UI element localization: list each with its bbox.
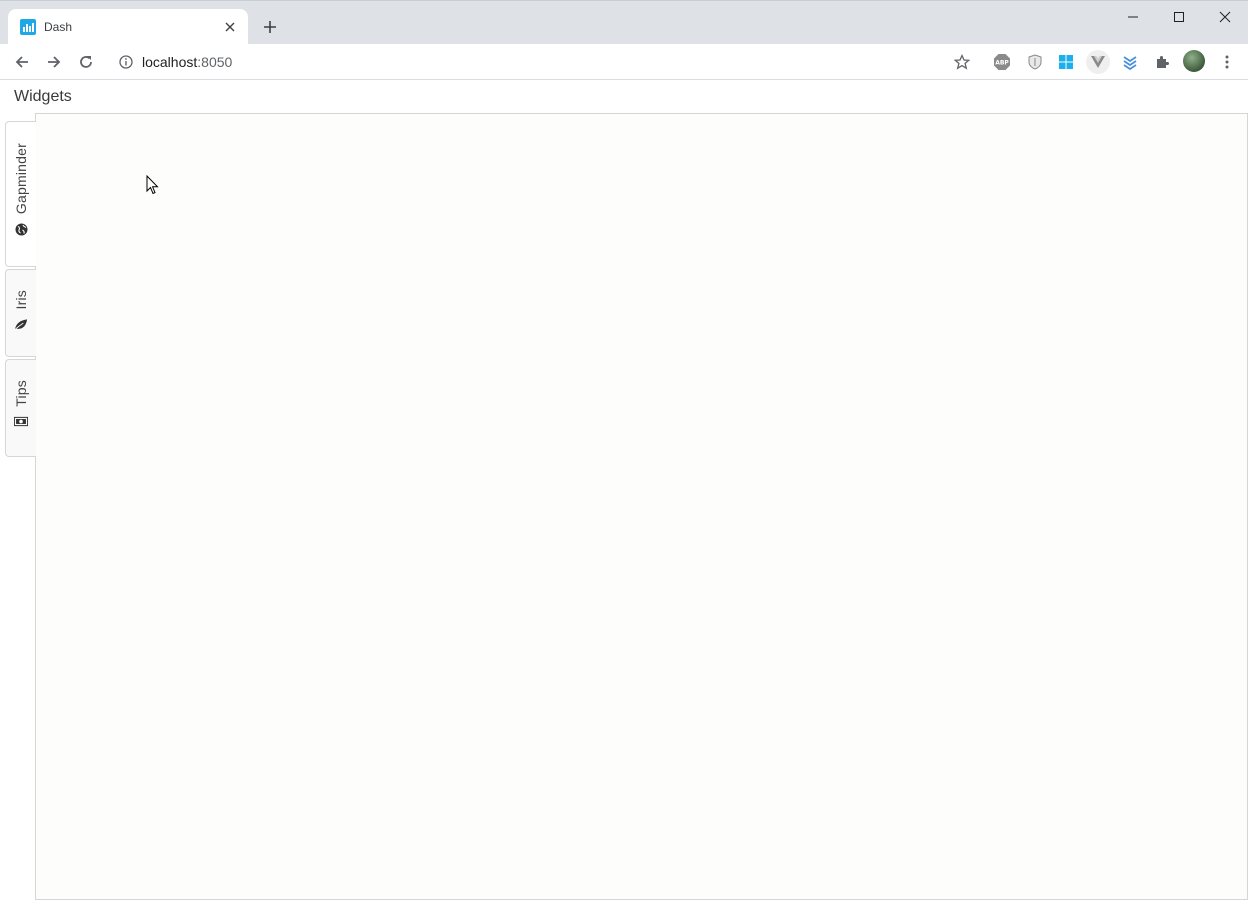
browser-toolbar: localhost:8050 ABP [0,44,1248,80]
profile-avatar[interactable] [1183,50,1205,72]
back-arrow-icon[interactable] [10,50,34,74]
layers-extension-icon[interactable] [1120,52,1140,72]
browser-tab[interactable]: Dash [8,9,248,45]
url-port: :8050 [197,54,233,70]
windows-extension-icon[interactable] [1056,52,1076,72]
close-window-icon[interactable] [1205,5,1245,29]
vue-devtools-icon[interactable] [1086,50,1110,74]
tab-content-panel [35,113,1248,900]
tab-title: Dash [44,20,73,34]
money-bill-icon [14,415,28,429]
site-info-icon[interactable] [118,54,134,70]
bookmark-star-icon[interactable] [952,52,972,72]
adblock-plus-icon[interactable]: ABP [992,52,1012,72]
url-host: localhost [142,54,198,70]
browser-title-bar: Dash [0,0,1248,45]
leaf-icon [14,317,28,331]
forward-arrow-icon[interactable] [42,50,66,74]
page-title: Widgets [14,88,72,105]
mouse-cursor-icon [146,174,160,195]
new-tab-icon[interactable] [260,17,280,37]
globe-icon [14,222,28,236]
svg-text:ABP: ABP [995,60,1009,67]
address-bar[interactable]: localhost:8050 [142,54,232,70]
tab-iris[interactable]: Iris [5,269,36,357]
tab-tips[interactable]: Tips [5,359,36,457]
tab-iris-label: Iris [13,290,29,310]
more-options-icon[interactable] [1217,52,1237,72]
tab-gapminder[interactable]: Gapminder [5,121,36,267]
close-tab-icon[interactable] [222,19,238,35]
dash-favicon-icon [20,19,36,35]
minimize-icon[interactable] [1113,5,1153,29]
reload-icon[interactable] [74,50,98,74]
tab-tips-label: Tips [13,380,29,407]
shield-extension-icon[interactable] [1025,52,1045,72]
maximize-icon[interactable] [1159,5,1199,29]
tab-gapminder-label: Gapminder [13,143,29,215]
extensions-puzzle-icon[interactable] [1152,52,1172,72]
